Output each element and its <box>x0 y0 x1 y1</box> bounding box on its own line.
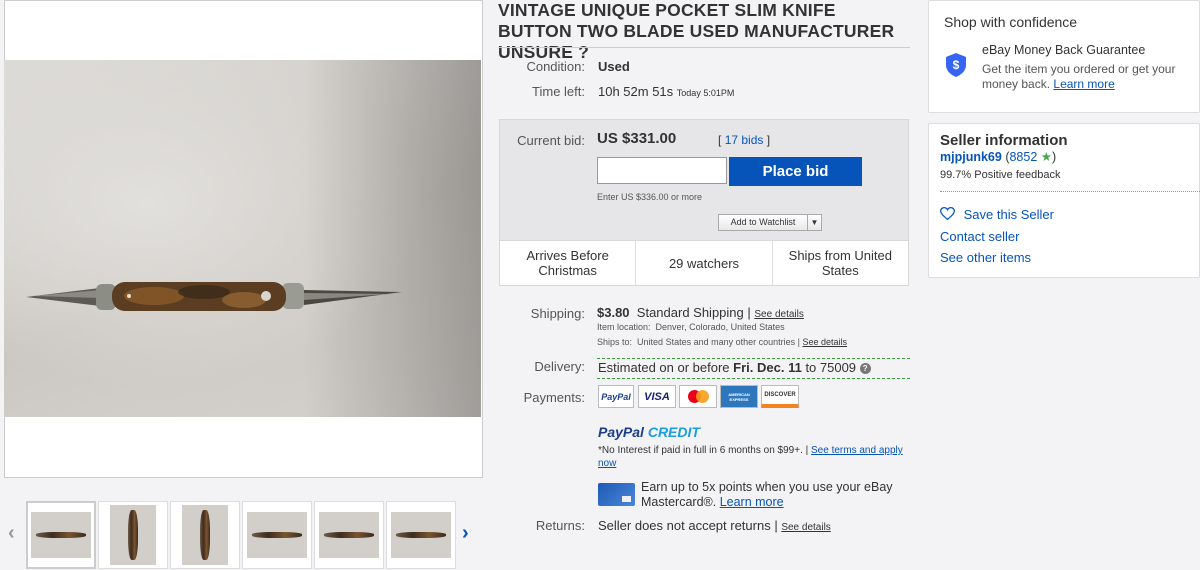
thumbnail-strip: ‹ › <box>4 498 484 570</box>
guarantee-learn-more-link[interactable]: Learn more <box>1053 77 1114 91</box>
returns-see-details-link[interactable]: See details <box>781 522 830 533</box>
seller-feedback-score-link[interactable]: 8852 <box>1009 150 1037 164</box>
delivery-date: Fri. Dec. 11 <box>733 360 802 375</box>
item-location-label: Item location: <box>597 322 651 332</box>
mastercard-promo: Earn up to 5x points when you use your e… <box>641 480 911 510</box>
save-seller-label[interactable]: Save this Seller <box>964 207 1054 222</box>
bid-features-row: Arrives Before Christmas 29 watchers Shi… <box>499 240 909 286</box>
amex-logo-icon: AMERICAN EXPRESS <box>720 385 758 408</box>
enter-bid-hint: Enter US $336.00 or more <box>597 192 703 202</box>
mastercard-logo-icon: mastercard <box>679 385 717 408</box>
payments-label: Payments: <box>523 390 585 405</box>
item-location: Item location: Denver, Colorado, United … <box>597 322 785 332</box>
seller-identity: mjpjunk69 (8852 ★) <box>940 149 1056 164</box>
paypal-credit-logo-credit: CREDIT <box>647 424 700 440</box>
seller-heading: Seller information <box>940 132 1068 149</box>
add-to-watchlist-button[interactable]: Add to Watchlist ▼ <box>718 214 822 231</box>
paypal-credit-logo-pay: PayPal <box>598 424 644 440</box>
shipping-label: Shipping: <box>530 306 585 321</box>
time-left-end: Today 5:01PM <box>676 88 735 98</box>
paypal-logo-icon: PayPal <box>598 385 634 408</box>
bids-count: [ 17 bids ] <box>718 133 770 147</box>
current-bid-label: Current bid: <box>517 133 585 148</box>
guarantee-text: Get the item you ordered or get your mon… <box>982 62 1192 92</box>
paypal-credit-logo-icon: PayPal CREDIT <box>598 424 700 440</box>
thumbnail-6[interactable] <box>386 501 456 569</box>
knife-image <box>26 282 402 311</box>
positive-feedback: 99.7% Positive feedback <box>940 169 1061 181</box>
bids-count-link[interactable]: 17 bids <box>725 133 764 147</box>
shipping-cost: $3.80 <box>597 305 630 320</box>
place-bid-button[interactable]: Place bid <box>729 157 862 186</box>
delivery-prefix: Estimated on or before <box>598 360 730 375</box>
see-other-items-link[interactable]: See other items <box>940 250 1031 265</box>
seller-feedback-close: ) <box>1052 150 1057 164</box>
help-icon[interactable]: ? <box>859 363 871 375</box>
contact-seller-link[interactable]: Contact seller <box>940 229 1019 244</box>
shield-icon: $ <box>946 53 966 77</box>
ships-to: Ships to: United States and many other c… <box>597 337 847 347</box>
paypal-credit-note: *No Interest if paid in full in 6 months… <box>598 444 910 470</box>
time-left-countdown: 10h 52m 51s <box>598 84 674 99</box>
delivery-label: Delivery: <box>534 359 585 374</box>
thumbnail-3[interactable] <box>170 501 240 569</box>
prev-arrow-icon[interactable]: ‹ <box>8 522 15 545</box>
ships-to-value: United States and many other countries | <box>637 337 800 347</box>
current-bid-value: US $331.00 <box>597 130 677 147</box>
title-divider <box>498 47 910 48</box>
shipping-method: Standard Shipping | <box>636 305 751 320</box>
bids-bracket-open: [ <box>718 133 722 147</box>
feature-arrives: Arrives Before Christmas <box>500 241 637 285</box>
feature-ships-from: Ships from United States <box>788 248 892 278</box>
item-location-value: Denver, Colorado, United States <box>655 322 785 332</box>
heart-icon[interactable] <box>940 206 955 221</box>
returns-policy-text: Seller does not accept returns | <box>598 518 778 533</box>
listing-title: VINTAGE UNIQUE POCKET SLIM KNIFE BUTTON … <box>498 0 895 62</box>
main-item-photo[interactable] <box>4 60 481 417</box>
condition-label: Condition: <box>526 59 585 74</box>
time-left-value: 10h 52m 51s Today 5:01PM <box>598 84 734 99</box>
guarantee-title: eBay Money Back Guarantee <box>982 43 1146 57</box>
thumbnail-4[interactable] <box>242 501 312 569</box>
svg-text:$: $ <box>953 58 960 72</box>
mastercard-learn-more-link[interactable]: Learn more <box>720 495 784 509</box>
ships-to-see-details-link[interactable]: See details <box>803 337 848 347</box>
returns-label: Returns: <box>535 518 585 533</box>
shipping-see-details-link[interactable]: See details <box>754 309 803 320</box>
discover-logo-icon: DISCOVER <box>761 385 799 408</box>
save-seller[interactable]: Save this Seller <box>940 206 1054 222</box>
paypal-credit-note-text: *No Interest if paid in full in 6 months… <box>598 445 809 456</box>
seller-username-link[interactable]: mjpjunk69 <box>940 150 1002 164</box>
bid-amount-input[interactable] <box>597 157 727 184</box>
returns-value: Seller does not accept returns | See det… <box>598 518 831 533</box>
ebay-mastercard-icon <box>598 483 635 506</box>
delivery-zip: to 75009 <box>805 360 857 375</box>
time-left-label: Time left: <box>532 84 585 99</box>
chevron-down-icon[interactable]: ▼ <box>807 215 821 230</box>
watchlist-label[interactable]: Add to Watchlist <box>719 215 807 230</box>
thumbnail-5[interactable] <box>314 501 384 569</box>
visa-logo-icon: VISA <box>638 385 676 408</box>
bids-bracket-close: ] <box>766 133 771 147</box>
seller-divider <box>940 191 1200 192</box>
thumbnail-1[interactable] <box>26 501 96 569</box>
feature-watchers: 29 watchers <box>636 241 773 285</box>
thumbnail-2[interactable] <box>98 501 168 569</box>
shipping-value: $3.80 Standard Shipping | See details <box>597 305 804 320</box>
next-arrow-icon[interactable]: › <box>462 522 469 545</box>
ships-to-label: Ships to: <box>597 337 633 347</box>
confidence-heading: Shop with confidence <box>944 14 1078 30</box>
delivery-estimate: Estimated on or before Fri. Dec. 11 to 7… <box>598 360 871 375</box>
star-icon: ★ <box>1040 150 1052 164</box>
condition-value: Used <box>598 59 630 74</box>
